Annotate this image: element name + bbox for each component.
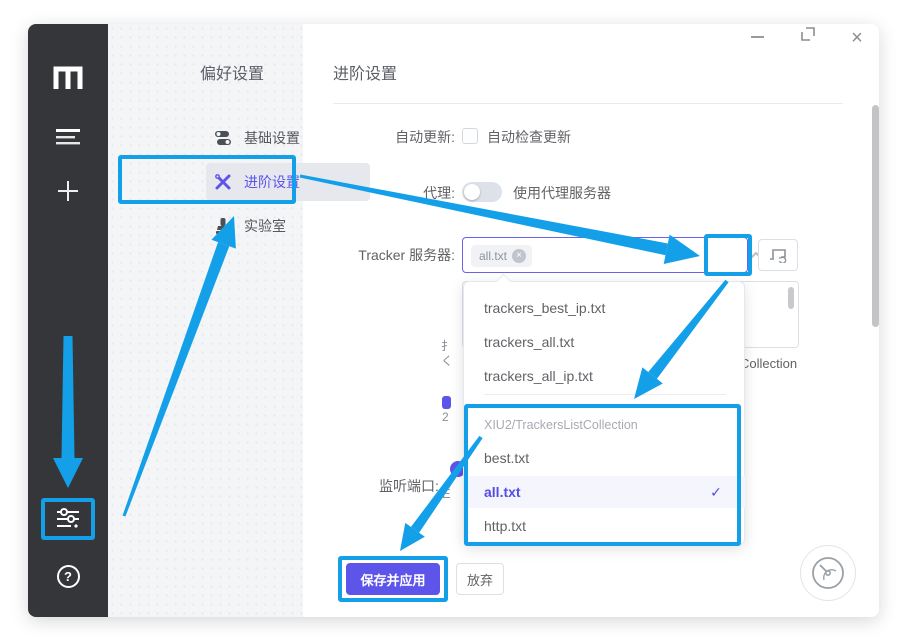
preferences-icon[interactable] xyxy=(28,508,108,530)
collection-link-tail[interactable]: Collection xyxy=(740,354,797,374)
lab-icon xyxy=(214,217,232,235)
discard-button[interactable]: 放弃 xyxy=(456,563,504,595)
app-sidebar: ? xyxy=(28,24,108,617)
close-button[interactable]: × xyxy=(847,28,867,48)
selected-tag[interactable]: all.txt × xyxy=(471,245,532,267)
minimize-button[interactable] xyxy=(747,30,767,44)
save-apply-button[interactable]: 保存并应用 xyxy=(346,563,440,595)
dropdown-divider xyxy=(484,394,726,395)
check-icon: ✓ xyxy=(706,476,726,508)
speedometer-icon xyxy=(811,556,845,590)
speed-indicator-button[interactable] xyxy=(800,545,856,601)
sidebar-item-label: 实验室 xyxy=(244,216,286,236)
dropdown-item-selected[interactable]: all.txt xyxy=(465,476,745,508)
sync-tracker-button[interactable] xyxy=(758,239,798,271)
question-mark: ? xyxy=(57,565,80,588)
page-title: 进阶设置 xyxy=(333,60,397,84)
occluded-fragment: E xyxy=(442,487,451,501)
sidebar-item-label: 进阶设置 xyxy=(244,172,300,192)
title-divider xyxy=(333,103,843,104)
auto-update-checkbox[interactable] xyxy=(462,128,478,144)
maximize-button[interactable] xyxy=(800,26,816,42)
proxy-toggle-label: 使用代理服务器 xyxy=(513,183,611,203)
dropdown-caret xyxy=(496,274,512,290)
maximize-icon xyxy=(801,27,815,41)
dropdown-item[interactable]: trackers_all.txt xyxy=(465,326,745,358)
occluded-purple-fragment xyxy=(442,396,451,409)
help-icon[interactable]: ? xyxy=(28,564,108,588)
app-window: ? 偏好设置 基础设置 xyxy=(28,24,879,617)
discard-button-label: 放弃 xyxy=(467,570,493,589)
auto-update-label: 自动更新: xyxy=(328,127,455,147)
preferences-title: 偏好设置 xyxy=(200,60,264,84)
save-button-label: 保存并应用 xyxy=(360,570,425,589)
window-scrollbar[interactable] xyxy=(872,105,879,327)
advanced-settings-icon xyxy=(214,173,232,191)
tag-label: all.txt xyxy=(479,249,507,263)
screenshot-stage: ? 偏好设置 基础设置 xyxy=(0,0,906,643)
dropdown-item[interactable]: best.txt xyxy=(465,442,745,474)
tag-close-icon[interactable]: × xyxy=(512,249,526,263)
dropdown-item[interactable]: trackers_all_ip.txt xyxy=(465,360,745,392)
motrix-logo xyxy=(28,62,108,92)
sync-icon xyxy=(769,248,787,263)
preferences-panel: 偏好设置 基础设置 xyxy=(108,24,303,617)
textarea-scrollbar[interactable] xyxy=(788,287,794,309)
proxy-label: 代理: xyxy=(328,183,455,203)
occluded-fragment: 2 xyxy=(442,410,449,424)
tracker-dropdown: trackers_best_ip.txt trackers_all.txt tr… xyxy=(463,281,745,545)
proxy-toggle[interactable] xyxy=(462,182,502,202)
close-icon: × xyxy=(851,27,863,50)
tracker-select[interactable]: all.txt × xyxy=(462,237,748,273)
toggle-knob xyxy=(464,184,480,200)
tracker-server-label: Tracker 服务器: xyxy=(328,245,455,265)
sidebar-item-lab[interactable]: 实验室 xyxy=(206,207,370,245)
occluded-fragment: く xyxy=(441,354,453,368)
task-list-icon[interactable] xyxy=(28,128,108,146)
add-task-icon[interactable] xyxy=(28,179,108,203)
basic-settings-icon xyxy=(214,129,232,147)
sidebar-item-label: 基础设置 xyxy=(244,128,300,148)
dropdown-item[interactable]: trackers_best_ip.txt xyxy=(465,292,745,324)
listen-port-label: 监听端口: xyxy=(379,476,439,496)
dropdown-group-header: XIU2/TrackersListCollection xyxy=(484,416,638,434)
minimize-icon xyxy=(751,36,764,38)
occluded-fragment: 扌 xyxy=(441,339,453,353)
dropdown-item[interactable]: http.txt xyxy=(465,510,745,542)
auto-update-checkbox-label: 自动检查更新 xyxy=(487,127,571,147)
